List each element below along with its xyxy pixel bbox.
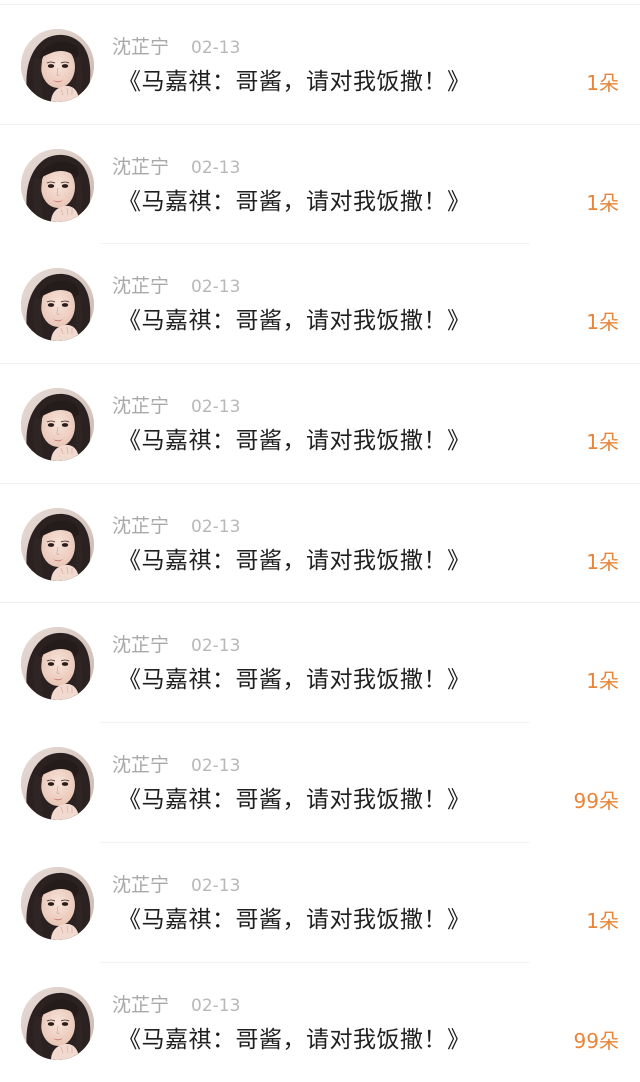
message-text[interactable]: 《马嘉祺：哥酱，请对我饭撒！》 bbox=[118, 664, 471, 696]
avatar[interactable] bbox=[21, 508, 94, 581]
message-text[interactable]: 《马嘉祺：哥酱，请对我饭撒！》 bbox=[118, 66, 471, 98]
list-item[interactable]: 沈芷宁 02-13 《马嘉祺：哥酱，请对我饭撒！》 1朵 bbox=[0, 244, 640, 364]
post-date: 02-13 bbox=[191, 994, 240, 1018]
avatar[interactable] bbox=[21, 149, 94, 222]
avatar[interactable] bbox=[21, 747, 94, 820]
gift-record-list: 沈芷宁 02-13 《马嘉祺：哥酱，请对我饭撒！》 1朵 沈芷宁 02-13 《… bbox=[0, 5, 640, 1082]
post-date: 02-13 bbox=[191, 515, 240, 539]
gift-count: 1朵 bbox=[586, 427, 619, 457]
user-name[interactable]: 沈芷宁 bbox=[112, 753, 169, 777]
post-date: 02-13 bbox=[191, 754, 240, 778]
list-item[interactable]: 沈芷宁 02-13 《马嘉祺：哥酱，请对我饭撒！》 1朵 bbox=[0, 125, 640, 245]
woman-portrait-avatar-icon bbox=[21, 627, 94, 700]
post-date: 02-13 bbox=[191, 36, 240, 60]
woman-portrait-avatar-icon bbox=[21, 149, 94, 222]
list-item[interactable]: 沈芷宁 02-13 《马嘉祺：哥酱，请对我饭撒！》 1朵 bbox=[0, 5, 640, 125]
avatar[interactable] bbox=[21, 627, 94, 700]
avatar[interactable] bbox=[21, 867, 94, 940]
message-text[interactable]: 《马嘉祺：哥酱，请对我饭撒！》 bbox=[118, 186, 471, 218]
user-name[interactable]: 沈芷宁 bbox=[112, 633, 169, 657]
list-item[interactable]: 沈芷宁 02-13 《马嘉祺：哥酱，请对我饭撒！》 1朵 bbox=[0, 364, 640, 484]
avatar[interactable] bbox=[21, 268, 94, 341]
woman-portrait-avatar-icon bbox=[21, 508, 94, 581]
message-text[interactable]: 《马嘉祺：哥酱，请对我饭撒！》 bbox=[118, 784, 471, 816]
avatar[interactable] bbox=[21, 388, 94, 461]
list-item[interactable]: 沈芷宁 02-13 《马嘉祺：哥酱，请对我饭撒！》 99朵 bbox=[0, 723, 640, 843]
post-date: 02-13 bbox=[191, 275, 240, 299]
user-name[interactable]: 沈芷宁 bbox=[112, 514, 169, 538]
avatar[interactable] bbox=[21, 987, 94, 1060]
gift-count: 99朵 bbox=[574, 1026, 619, 1056]
woman-portrait-avatar-icon bbox=[21, 388, 94, 461]
message-text[interactable]: 《马嘉祺：哥酱，请对我饭撒！》 bbox=[118, 545, 471, 577]
gift-count: 1朵 bbox=[586, 188, 619, 218]
woman-portrait-avatar-icon bbox=[21, 867, 94, 940]
list-item[interactable]: 沈芷宁 02-13 《马嘉祺：哥酱，请对我饭撒！》 99朵 bbox=[0, 963, 640, 1082]
user-name[interactable]: 沈芷宁 bbox=[112, 993, 169, 1017]
post-date: 02-13 bbox=[191, 634, 240, 658]
user-name[interactable]: 沈芷宁 bbox=[112, 394, 169, 418]
woman-portrait-avatar-icon bbox=[21, 268, 94, 341]
gift-count: 1朵 bbox=[586, 307, 619, 337]
list-item[interactable]: 沈芷宁 02-13 《马嘉祺：哥酱，请对我饭撒！》 1朵 bbox=[0, 484, 640, 604]
gift-count: 99朵 bbox=[574, 786, 619, 816]
message-text[interactable]: 《马嘉祺：哥酱，请对我饭撒！》 bbox=[118, 904, 471, 936]
avatar[interactable] bbox=[21, 29, 94, 102]
message-text[interactable]: 《马嘉祺：哥酱，请对我饭撒！》 bbox=[118, 425, 471, 457]
user-name[interactable]: 沈芷宁 bbox=[112, 155, 169, 179]
gift-count: 1朵 bbox=[586, 666, 619, 696]
woman-portrait-avatar-icon bbox=[21, 987, 94, 1060]
user-name[interactable]: 沈芷宁 bbox=[112, 274, 169, 298]
list-item[interactable]: 沈芷宁 02-13 《马嘉祺：哥酱，请对我饭撒！》 1朵 bbox=[0, 603, 640, 723]
post-date: 02-13 bbox=[191, 395, 240, 419]
list-item[interactable]: 沈芷宁 02-13 《马嘉祺：哥酱，请对我饭撒！》 1朵 bbox=[0, 843, 640, 963]
gift-count: 1朵 bbox=[586, 68, 619, 98]
gift-count: 1朵 bbox=[586, 906, 619, 936]
gift-count: 1朵 bbox=[586, 547, 619, 577]
message-text[interactable]: 《马嘉祺：哥酱，请对我饭撒！》 bbox=[118, 305, 471, 337]
post-date: 02-13 bbox=[191, 156, 240, 180]
user-name[interactable]: 沈芷宁 bbox=[112, 35, 169, 59]
user-name[interactable]: 沈芷宁 bbox=[112, 873, 169, 897]
woman-portrait-avatar-icon bbox=[21, 747, 94, 820]
woman-portrait-avatar-icon bbox=[21, 29, 94, 102]
message-text[interactable]: 《马嘉祺：哥酱，请对我饭撒！》 bbox=[118, 1024, 471, 1056]
post-date: 02-13 bbox=[191, 874, 240, 898]
